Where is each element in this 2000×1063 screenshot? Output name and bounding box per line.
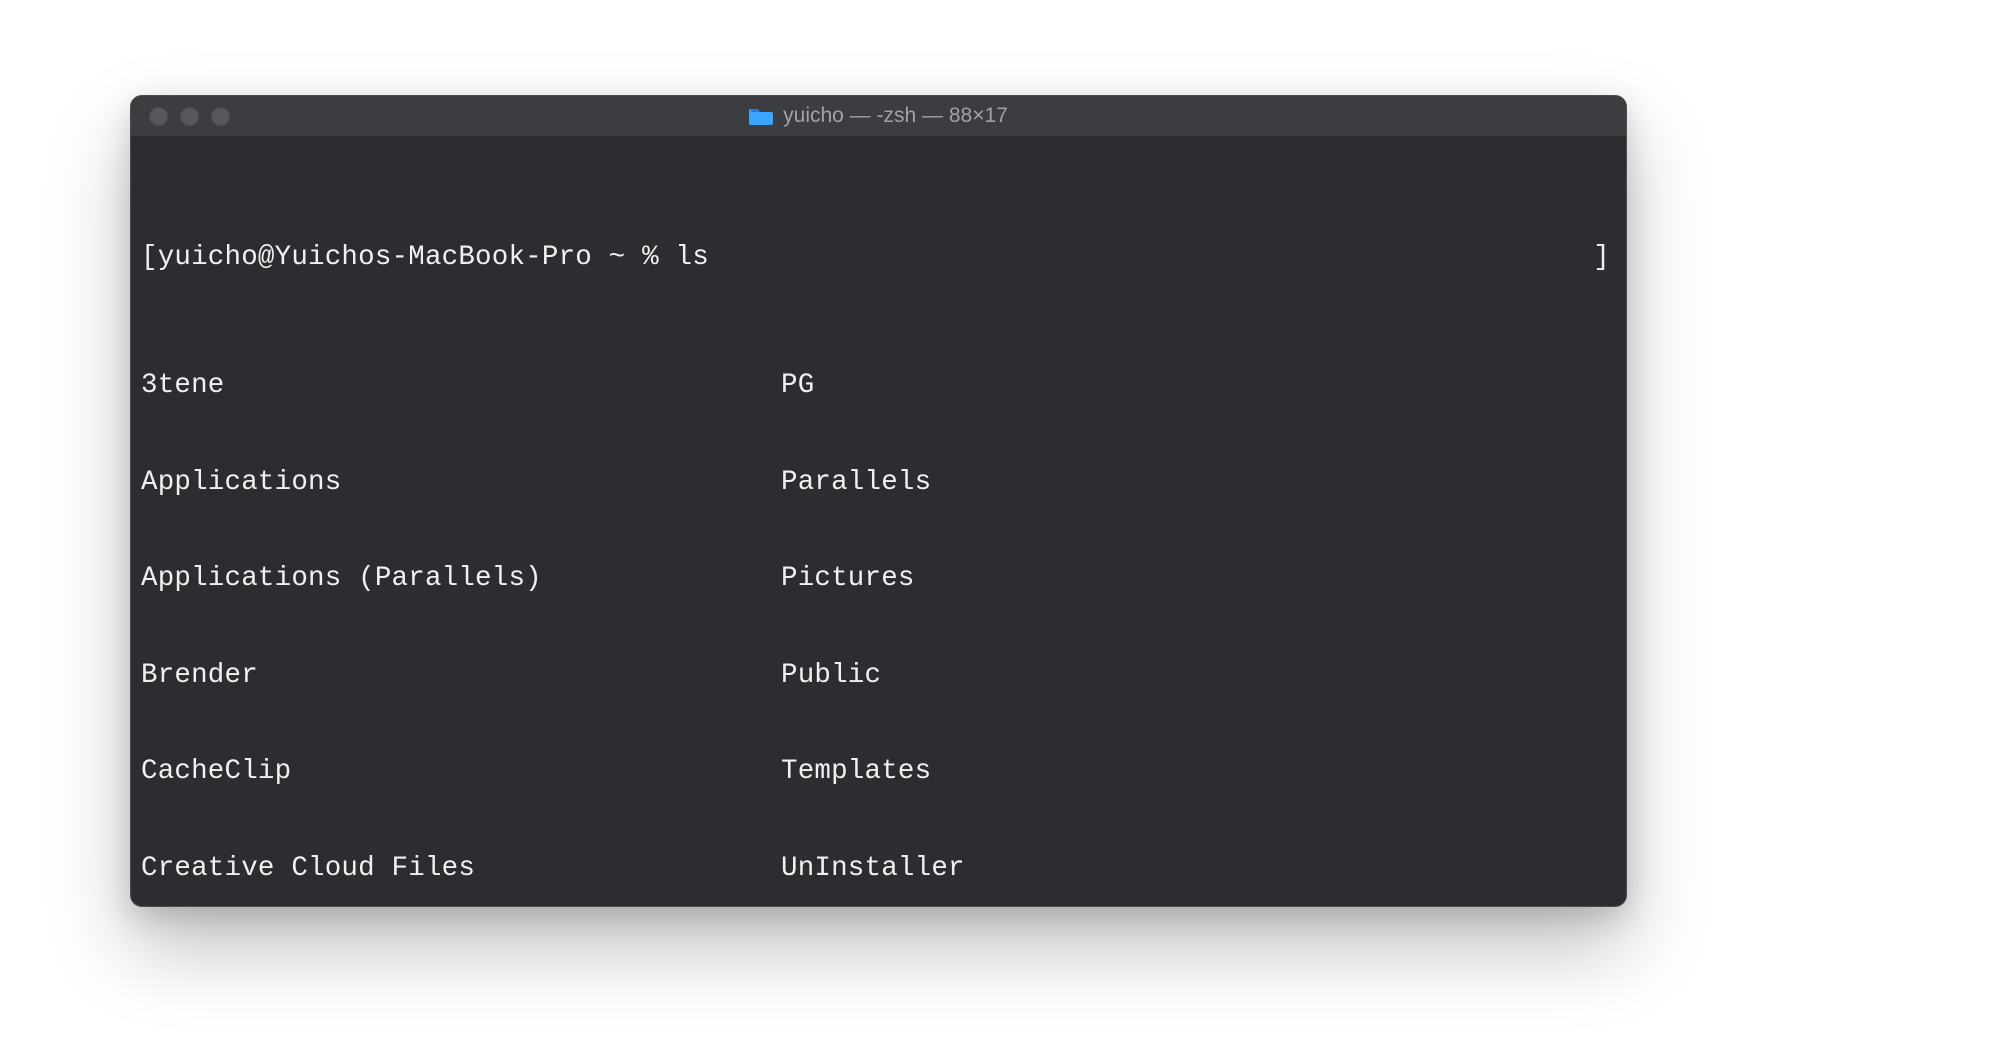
window-title-text: yuicho — -zsh — 88×17 [783,104,1008,128]
ls-row: Applications (Parallels)Pictures [141,563,1616,595]
ls-row: BrenderPublic [141,660,1616,692]
traffic-lights [149,107,230,126]
ls-row: CacheClipTemplates [141,756,1616,788]
ls-item: Applications (Parallels) [141,563,781,595]
prompt-close-bracket: ] [1593,242,1610,274]
ls-item: Public [781,660,881,692]
ls-item: Applications [141,467,781,499]
prompt-line-1: [yuicho@Yuichos-MacBook-Pro ~ % ls] [141,242,1616,274]
folder-icon [749,106,773,126]
ls-item: Pictures [781,563,915,595]
ls-row: Creative Cloud FilesUnInstaller [141,853,1616,885]
ls-item: 3tene [141,370,781,402]
ls-row: ApplicationsParallels [141,467,1616,499]
ls-item: CacheClip [141,756,781,788]
zoom-button[interactable] [211,107,230,126]
titlebar[interactable]: yuicho — -zsh — 88×17 [131,96,1626,137]
ls-row: 3tenePG [141,370,1616,402]
prompt-open-bracket: [ [141,242,158,273]
window-title: yuicho — -zsh — 88×17 [131,104,1626,128]
ls-item: PG [781,370,814,402]
ls-item: Brender [141,660,781,692]
ls-item: Creative Cloud Files [141,853,781,885]
ls-item: Templates [781,756,931,788]
terminal-body[interactable]: [yuicho@Yuichos-MacBook-Pro ~ % ls] 3ten… [131,137,1626,907]
close-button[interactable] [149,107,168,126]
prompt-text-1: yuicho@Yuichos-MacBook-Pro ~ % [158,242,676,273]
ls-item: UnInstaller [781,853,965,885]
minimize-button[interactable] [180,107,199,126]
ls-item: Parallels [781,467,931,499]
terminal-window: yuicho — -zsh — 88×17 [yuicho@Yuichos-Ma… [130,95,1627,907]
command-ls: ls [676,242,709,273]
